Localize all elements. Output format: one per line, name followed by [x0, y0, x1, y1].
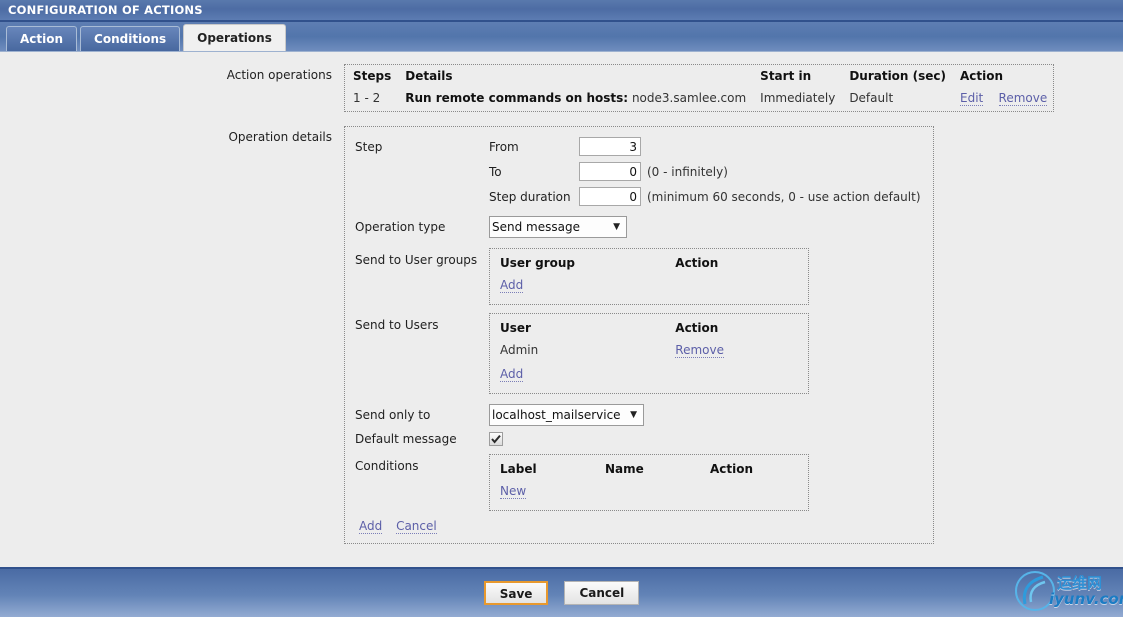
operation-actions: Add Cancel — [355, 519, 933, 533]
action-operations-panel: Steps Details Start in Duration (sec) Ac… — [344, 64, 1054, 112]
table-header-row: User group Action — [500, 255, 798, 277]
cell-details: Run remote commands on hosts: node3.saml… — [397, 88, 752, 111]
action-operations-table: Steps Details Start in Duration (sec) Ac… — [345, 65, 1053, 111]
form-content: Action operations Steps Details Start in… — [0, 52, 1123, 565]
send-only-to-select-wrap: localhost_mailservice ▼ — [489, 404, 644, 426]
step-duration-label: Step duration — [489, 190, 579, 204]
col-user: User — [500, 320, 675, 342]
tab-strip: Action Conditions Operations — [0, 22, 1123, 52]
col-user-action: Action — [675, 320, 798, 342]
conditions-new-row: New — [500, 483, 798, 502]
users-add-row: Add — [500, 361, 798, 385]
col-details: Details — [397, 65, 752, 88]
conditions-table: Label Name Action New — [500, 461, 798, 502]
window-titlebar: CONFIGURATION OF ACTIONS — [0, 0, 1123, 22]
col-duration: Duration (sec) — [841, 65, 952, 88]
page-title: CONFIGURATION OF ACTIONS — [8, 3, 203, 17]
col-name: Name — [605, 461, 710, 483]
table-header-row: Steps Details Start in Duration (sec) Ac… — [345, 65, 1053, 88]
default-message-label: Default message — [355, 432, 489, 446]
col-conditions-action: Action — [710, 461, 798, 483]
save-button[interactable]: Save — [484, 581, 549, 605]
step-from-row: Step From — [355, 137, 933, 156]
operation-type-select-wrap: Send message ▼ — [489, 216, 627, 238]
cell-steps: 1 - 2 — [345, 88, 397, 111]
step-to-row: To (0 - infinitely) — [355, 162, 933, 181]
step-duration-hint: (minimum 60 seconds, 0 - use action defa… — [647, 190, 921, 204]
step-to-input[interactable] — [579, 162, 641, 181]
col-label: Label — [500, 461, 605, 483]
send-to-user-groups-row: Send to User groups User group Action Ad… — [355, 248, 933, 305]
footer-bar: Save Cancel 运维网 iyunv.com — [0, 567, 1123, 617]
col-user-group: User group — [500, 255, 675, 277]
watermark-logo: 运维网 iyunv.com — [1009, 568, 1119, 614]
details-value: node3.samlee.com — [632, 91, 746, 105]
user-groups-table-panel: User group Action Add — [489, 248, 809, 305]
from-label: From — [489, 140, 579, 154]
remove-link[interactable]: Remove — [999, 91, 1048, 106]
cell-duration: Default — [841, 88, 952, 111]
cell-start-in: Immediately — [752, 88, 841, 111]
table-row: 1 - 2 Run remote commands on hosts: node… — [345, 88, 1053, 111]
default-message-row: Default message — [355, 432, 933, 446]
operation-type-label: Operation type — [355, 220, 489, 234]
new-condition-link[interactable]: New — [500, 484, 526, 499]
tab-operations[interactable]: Operations — [183, 24, 286, 51]
table-header-row: User Action — [500, 320, 798, 342]
send-only-to-select[interactable]: localhost_mailservice — [489, 404, 644, 426]
send-only-to-row: Send only to localhost_mailservice ▼ — [355, 404, 933, 426]
conditions-row: Conditions Label Name Action New — [355, 454, 933, 511]
user-groups-add-row: Add — [500, 277, 798, 296]
operation-details-panel: Step From To (0 - infinitely) Step durat… — [344, 126, 934, 544]
to-label: To — [489, 165, 579, 179]
table-header-row: Label Name Action — [500, 461, 798, 483]
add-user-group-link[interactable]: Add — [500, 278, 523, 293]
step-from-input[interactable] — [579, 137, 641, 156]
send-only-to-label: Send only to — [355, 408, 489, 422]
conditions-label: Conditions — [355, 454, 489, 473]
operation-type-select[interactable]: Send message — [489, 216, 627, 238]
send-to-user-groups-label: Send to User groups — [355, 248, 489, 267]
operation-details-label: Operation details — [0, 126, 344, 144]
watermark-en-text: iyunv.com — [1049, 590, 1123, 608]
tab-action[interactable]: Action — [6, 26, 77, 51]
swirl-icon — [1009, 568, 1119, 614]
action-operations-row: Action operations Steps Details Start in… — [0, 64, 1123, 112]
col-action: Action — [952, 65, 1053, 88]
details-strong: Run remote commands on hosts: — [405, 91, 628, 105]
to-hint: (0 - infinitely) — [647, 165, 728, 179]
default-message-checkbox[interactable] — [489, 432, 503, 446]
remove-user-link[interactable]: Remove — [675, 343, 724, 358]
edit-link[interactable]: Edit — [960, 91, 983, 106]
users-table-panel: User Action Admin Remove Add — [489, 313, 809, 394]
send-to-users-label: Send to Users — [355, 313, 489, 332]
tab-conditions[interactable]: Conditions — [80, 26, 180, 51]
table-row: Admin Remove — [500, 342, 798, 361]
action-operations-label: Action operations — [0, 64, 344, 82]
cancel-operation-link[interactable]: Cancel — [396, 519, 437, 534]
cancel-button[interactable]: Cancel — [564, 581, 639, 605]
cell-user: Admin — [500, 342, 675, 361]
cell-action: Edit Remove — [952, 88, 1053, 111]
add-operation-link[interactable]: Add — [359, 519, 382, 534]
watermark-cn-text: 运维网 — [1057, 572, 1102, 593]
col-start-in: Start in — [752, 65, 841, 88]
operation-type-row: Operation type Send message ▼ — [355, 216, 933, 238]
users-table: User Action Admin Remove Add — [500, 320, 798, 385]
col-user-group-action: Action — [675, 255, 798, 277]
check-icon — [491, 434, 501, 444]
step-duration-input[interactable] — [579, 187, 641, 206]
conditions-table-panel: Label Name Action New — [489, 454, 809, 511]
col-steps: Steps — [345, 65, 397, 88]
operation-details-row: Operation details Step From To (0 - infi… — [0, 126, 1123, 544]
add-user-link[interactable]: Add — [500, 367, 523, 382]
step-label: Step — [355, 140, 489, 154]
send-to-users-row: Send to Users User Action Admin Remove — [355, 313, 933, 394]
step-duration-row: Step duration (minimum 60 seconds, 0 - u… — [355, 187, 933, 206]
user-groups-table: User group Action Add — [500, 255, 798, 296]
